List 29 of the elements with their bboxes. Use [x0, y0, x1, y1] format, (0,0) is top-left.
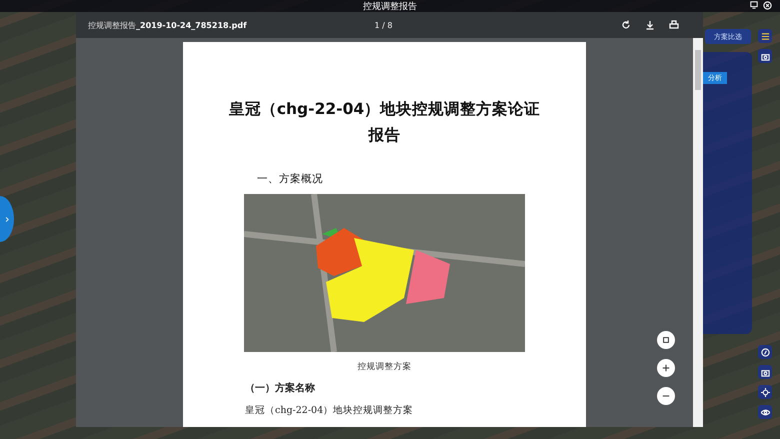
- eye-icon: [760, 408, 770, 416]
- locate-button[interactable]: [758, 385, 772, 399]
- eye-button[interactable]: [758, 405, 772, 419]
- document-title: 皇冠（chg-22-04）地块控规调整方案论证报告: [228, 99, 542, 146]
- download-icon: [645, 20, 655, 30]
- camera-button[interactable]: [758, 365, 772, 379]
- locate-icon: [760, 388, 770, 396]
- rotate-icon: [621, 20, 631, 30]
- camera-icon: [760, 52, 770, 60]
- list-icon: [760, 32, 770, 40]
- monitor-icon: [750, 1, 758, 9]
- body-text: 皇冠（chg-22-04）地块控规调整方案: [245, 404, 414, 417]
- figure-caption: 控规调整方案: [358, 361, 412, 373]
- close-icon: [763, 1, 772, 10]
- section-heading: 一、方案概况: [257, 172, 323, 186]
- camera-button[interactable]: [758, 49, 772, 63]
- fit-page-icon: [662, 336, 670, 344]
- compass-button[interactable]: [758, 345, 772, 359]
- page-indicator: 1 / 8: [374, 20, 392, 30]
- modal-title: 控规调整报告: [363, 0, 417, 12]
- chevron-right-icon: [4, 216, 10, 222]
- file-name: 控规调整报告_2019-10-24_785218.pdf: [88, 20, 248, 30]
- print-icon: [669, 20, 679, 30]
- subsection-heading: （一）方案名称: [245, 381, 315, 395]
- camera-icon: [760, 368, 770, 376]
- compass-icon: [760, 348, 770, 356]
- scrollbar[interactable]: [693, 38, 703, 427]
- plus-icon: [662, 364, 670, 372]
- list-button[interactable]: [758, 29, 772, 43]
